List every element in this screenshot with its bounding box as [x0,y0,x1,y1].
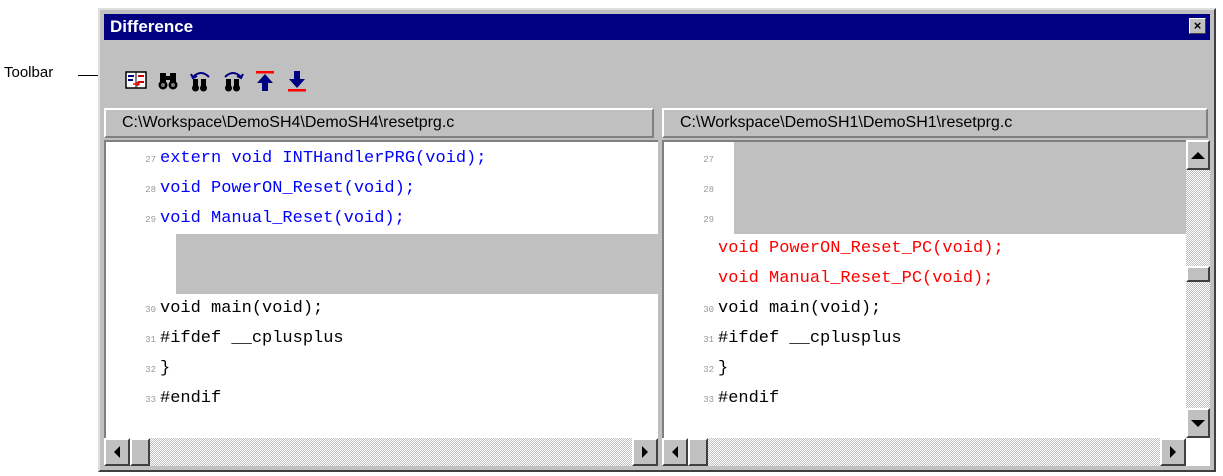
left-code-pane[interactable]: 27 extern void INTHandlerPRG(void); 28 voi… [104,140,658,438]
find-icon [158,73,178,90]
callout-line [78,75,98,76]
diff-gap-block [176,234,658,294]
find-previous-button[interactable] [188,66,214,96]
scroll-down-button[interactable] [1186,408,1210,438]
previous-difference-icon [256,71,274,91]
scroll-thumb[interactable] [130,438,150,466]
title-bar[interactable]: Difference × [104,14,1210,40]
find-next-button[interactable] [220,66,246,96]
right-file-path: C:\Workspace\DemoSH1\DemoSH1\resetprg.c [662,108,1208,138]
code-line: 30 void main(void); [703,299,882,318]
right-horizontal-scrollbar[interactable] [662,438,1186,466]
close-button[interactable]: × [1189,18,1206,34]
previous-difference-button[interactable] [252,66,278,96]
scroll-right-button[interactable] [632,438,658,466]
right-vertical-scrollbar[interactable] [1186,140,1210,438]
code-line: 27 extern void INTHandlerPRG(void); [145,149,487,168]
code-line: 32} [145,359,171,378]
scroll-up-button[interactable] [1186,140,1210,170]
scroll-thumb[interactable] [688,438,708,466]
scroll-thumb[interactable] [1186,266,1210,282]
next-difference-icon [288,71,306,92]
right-code-pane[interactable]: 27 28 29 void PowerON_Reset_PC(void); vo… [662,140,1186,438]
scroll-right-icon [642,446,648,458]
close-icon: × [1193,18,1202,33]
scroll-up-icon [1191,151,1205,159]
scroll-left-button[interactable] [104,438,130,466]
find-next-icon [224,72,244,92]
code-line: 30 void main(void); [145,299,324,318]
code-line: 32} [703,359,729,378]
code-line: void Manual_Reset_PC(void); [718,269,994,288]
code-line: 29 [703,215,714,225]
diff-gap-block [734,142,1186,234]
next-difference-button[interactable] [284,66,310,96]
scroll-left-icon [672,446,678,458]
scroll-left-button[interactable] [662,438,688,466]
code-line: 27 [703,155,714,165]
code-line: 28 [703,185,714,195]
code-line: void PowerON_Reset_PC(void); [718,239,1004,258]
size-grip [1186,438,1210,466]
scroll-right-icon [1170,446,1176,458]
difference-window: Difference × C:\Workspace\DemoSH4\DemoSH… [98,8,1216,472]
code-line: 33 #endif [703,389,780,408]
code-line: 33 #endif [145,389,222,408]
code-line: 31 #ifdef __cplusplus [703,329,902,348]
scroll-down-icon [1191,419,1205,427]
code-line: 31 #ifdef __cplusplus [145,329,344,348]
window-title: Difference [110,17,194,36]
find-button[interactable] [156,66,182,96]
code-line: 28 void PowerON_Reset(void); [145,179,416,198]
left-horizontal-scrollbar[interactable] [104,438,658,466]
scroll-left-icon [114,446,120,458]
code-line: 29 void Manual_Reset(void); [145,209,405,228]
compare-button[interactable] [124,66,150,96]
find-previous-icon [190,72,210,92]
left-file-path: C:\Workspace\DemoSH4\DemoSH4\resetprg.c [104,108,654,138]
toolbar [104,42,1210,102]
scroll-right-button[interactable] [1160,438,1186,466]
toolbar-callout-label: Toolbar [4,64,54,81]
compare-icon [125,71,147,89]
